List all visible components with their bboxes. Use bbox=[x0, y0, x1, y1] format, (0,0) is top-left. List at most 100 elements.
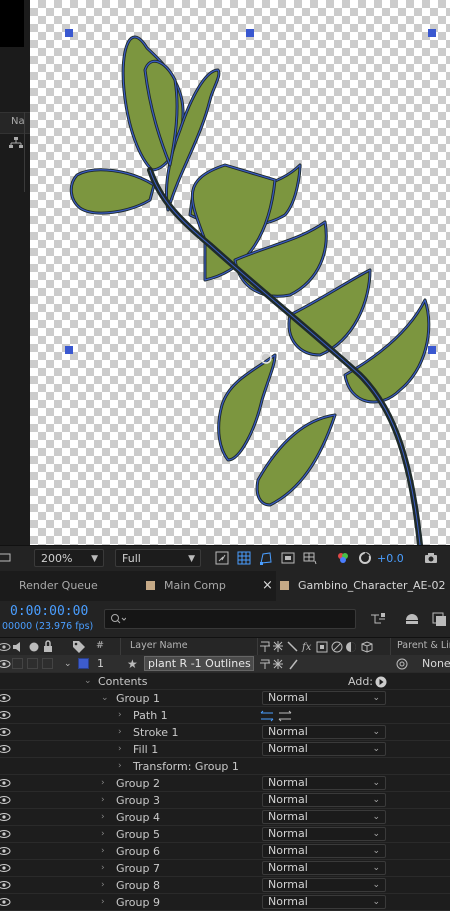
label-tag-icon[interactable] bbox=[72, 640, 86, 653]
chevron-right-icon[interactable]: › bbox=[101, 860, 105, 877]
visibility-eye-icon[interactable] bbox=[0, 880, 12, 890]
leaf-shape[interactable] bbox=[217, 353, 277, 462]
tab-main-comp[interactable]: Main Comp bbox=[146, 571, 226, 601]
lock-switch[interactable] bbox=[42, 658, 53, 669]
blend-mode-dropdown[interactable]: Normal ⌄ bbox=[262, 725, 386, 739]
blend-mode-dropdown[interactable]: Normal ⌄ bbox=[262, 844, 386, 858]
zoom-dropdown[interactable]: 200% ▼ bbox=[34, 549, 104, 567]
chevron-down-icon[interactable]: ⌄ bbox=[101, 690, 109, 707]
group-row[interactable]: › Group 6 Normal ⌄ bbox=[0, 843, 450, 860]
composition-viewer[interactable] bbox=[30, 0, 450, 545]
path-row[interactable]: › Path 1 bbox=[0, 707, 450, 724]
parent-value[interactable]: None bbox=[422, 655, 450, 673]
plant-artwork[interactable] bbox=[30, 0, 450, 545]
tab-render-queue[interactable]: Render Queue bbox=[19, 571, 98, 601]
draft-3d-icon[interactable] bbox=[404, 611, 420, 627]
blend-mode-dropdown[interactable]: Normal ⌄ bbox=[262, 742, 386, 756]
snapshot-camera-icon[interactable] bbox=[424, 551, 438, 565]
parent-link-column-label[interactable]: Parent & Link bbox=[397, 640, 450, 651]
visibility-eye-icon[interactable] bbox=[0, 658, 11, 670]
leaf-shape[interactable] bbox=[69, 168, 156, 215]
chevron-right-icon[interactable]: › bbox=[118, 707, 122, 724]
guides-icon[interactable] bbox=[303, 551, 317, 565]
visibility-eye-icon[interactable] bbox=[0, 795, 12, 805]
layer-name-field[interactable]: plant R -1 Outlines bbox=[144, 656, 254, 671]
solo-icon[interactable] bbox=[28, 641, 40, 653]
blend-mode-dropdown[interactable]: Normal ⌄ bbox=[262, 827, 386, 841]
project-column-header[interactable]: Na bbox=[0, 112, 30, 134]
visibility-eye-icon[interactable] bbox=[0, 829, 12, 839]
visibility-eye-icon[interactable] bbox=[0, 693, 12, 703]
leaf-shape[interactable] bbox=[255, 413, 337, 507]
contents-row[interactable]: ⌄ Contents Add: bbox=[0, 673, 450, 690]
layer-row[interactable]: ⌄ 1 ★ plant R -1 Outlines None bbox=[0, 655, 450, 673]
group-row[interactable]: › Group 3 Normal ⌄ bbox=[0, 792, 450, 809]
transform-handle[interactable] bbox=[246, 29, 254, 37]
visibility-eye-icon[interactable] bbox=[0, 744, 12, 754]
chevron-right-icon[interactable]: › bbox=[118, 724, 122, 741]
group-row[interactable]: › Group 4 Normal ⌄ bbox=[0, 809, 450, 826]
audio-switch[interactable] bbox=[12, 658, 23, 669]
transform-handle[interactable] bbox=[65, 29, 73, 37]
monitor-icon[interactable] bbox=[0, 551, 12, 565]
group-row[interactable]: ⌄ Group 1 Normal ⌄ bbox=[0, 690, 450, 707]
solo-switch[interactable] bbox=[27, 658, 38, 669]
layer-switches[interactable] bbox=[259, 658, 319, 670]
blend-mode-dropdown[interactable]: Normal ⌄ bbox=[262, 895, 386, 909]
resolution-dropdown[interactable]: Full ▼ bbox=[115, 549, 201, 567]
lock-icon[interactable] bbox=[43, 640, 53, 653]
chevron-right-icon[interactable]: › bbox=[101, 877, 105, 894]
blend-mode-dropdown[interactable]: Normal ⌄ bbox=[262, 776, 386, 790]
audio-icon[interactable] bbox=[12, 641, 24, 653]
visibility-eye-icon[interactable] bbox=[0, 778, 12, 788]
switches-icons[interactable]: fx bbox=[259, 640, 379, 654]
visibility-eye-icon[interactable] bbox=[0, 897, 12, 907]
transform-handle[interactable] bbox=[65, 346, 73, 354]
chevron-right-icon[interactable]: › bbox=[118, 758, 122, 775]
group-row[interactable]: › Group 5 Normal ⌄ bbox=[0, 826, 450, 843]
mask-visibility-icon[interactable] bbox=[259, 551, 273, 565]
fast-preview-icon[interactable] bbox=[215, 551, 229, 565]
composition-flowchart-icon[interactable] bbox=[370, 612, 388, 626]
group-row[interactable]: › Group 8 Normal ⌄ bbox=[0, 877, 450, 894]
current-time-display[interactable]: 0:00:00:00 bbox=[10, 604, 88, 619]
region-of-interest-icon[interactable] bbox=[281, 551, 295, 565]
chevron-right-icon[interactable]: › bbox=[101, 894, 105, 911]
transparency-grid-icon[interactable] bbox=[237, 551, 251, 565]
reset-exposure-icon[interactable] bbox=[358, 551, 372, 565]
visibility-eye-icon[interactable] bbox=[0, 812, 12, 822]
layer-name-column-label[interactable]: Layer Name bbox=[130, 640, 188, 651]
visibility-eye-icon[interactable] bbox=[0, 710, 12, 720]
chevron-right-icon[interactable]: › bbox=[101, 843, 105, 860]
chevron-right-icon[interactable]: › bbox=[101, 792, 105, 809]
path-direction-icons[interactable] bbox=[260, 710, 294, 722]
blend-mode-dropdown[interactable]: Normal ⌄ bbox=[262, 691, 386, 705]
chevron-right-icon[interactable]: › bbox=[101, 809, 105, 826]
visibility-eye-icon[interactable] bbox=[0, 846, 12, 856]
blend-mode-dropdown[interactable]: Normal ⌄ bbox=[262, 878, 386, 892]
transform-handle[interactable] bbox=[428, 346, 436, 354]
add-menu-icon[interactable] bbox=[375, 676, 387, 688]
group-row[interactable]: › Group 7 Normal ⌄ bbox=[0, 860, 450, 877]
visibility-eye-icon[interactable] bbox=[0, 863, 12, 873]
transform-handle[interactable] bbox=[428, 29, 436, 37]
group-row[interactable]: › Group 9 Normal ⌄ bbox=[0, 894, 450, 911]
close-tab-icon[interactable]: × bbox=[262, 571, 273, 601]
color-channels-icon[interactable] bbox=[336, 551, 350, 565]
blend-mode-dropdown[interactable]: Normal ⌄ bbox=[262, 861, 386, 875]
chevron-right-icon[interactable]: › bbox=[101, 775, 105, 792]
chevron-down-icon[interactable]: ⌄ bbox=[84, 673, 92, 690]
blend-mode-dropdown[interactable]: Normal ⌄ bbox=[262, 810, 386, 824]
pick-whip-icon[interactable] bbox=[395, 658, 409, 670]
group-row[interactable]: › Group 2 Normal ⌄ bbox=[0, 775, 450, 792]
visibility-eye-icon[interactable] bbox=[0, 727, 12, 737]
fill-row[interactable]: › Fill 1 Normal ⌄ bbox=[0, 741, 450, 758]
video-switch-icon[interactable] bbox=[0, 641, 11, 653]
blend-mode-dropdown[interactable]: Normal ⌄ bbox=[262, 793, 386, 807]
stroke-row[interactable]: › Stroke 1 Normal ⌄ bbox=[0, 724, 450, 741]
chevron-right-icon[interactable]: › bbox=[101, 826, 105, 843]
tab-active-comp[interactable]: Gambino_Character_AE-02 bbox=[276, 571, 450, 601]
chevron-right-icon[interactable]: › bbox=[118, 741, 122, 758]
exposure-value[interactable]: +0.0 bbox=[377, 552, 404, 565]
layer-label-color[interactable] bbox=[78, 658, 89, 669]
